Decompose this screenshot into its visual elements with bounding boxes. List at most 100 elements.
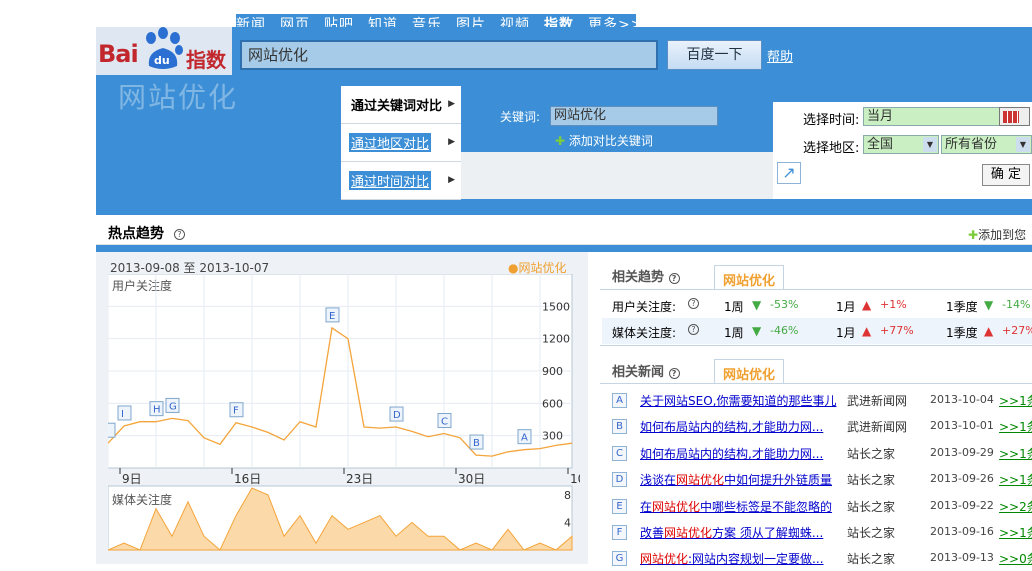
expand-arrow-icon[interactable]: ↗ [777, 162, 801, 184]
news-related-link[interactable]: >>1条相 [999, 418, 1032, 435]
news-related-link[interactable]: >>1条相 [999, 392, 1032, 409]
trend-row-media: 媒体关注度: ? 1周 ▼ -46% 1月 ▲ +77% 1季度 ▲ +27% [602, 318, 1032, 344]
trend-row-user: 用户关注度: ? 1周 ▼ -53% 1月 ▲ +1% 1季度 ▼ -14% [602, 292, 1032, 318]
event-marker-label: F [233, 406, 239, 417]
help-icon[interactable]: ? [668, 368, 680, 379]
compare-by-keyword-label: 通过关键词对比 [351, 99, 443, 114]
keyword-input[interactable]: 网站优化 [550, 106, 718, 126]
confirm-button[interactable]: 确 定 [982, 164, 1030, 186]
paw-icon: du [146, 27, 183, 69]
related-news-tab[interactable]: 网站优化 [714, 359, 785, 383]
news-source: 武进新闻网 [847, 394, 908, 408]
help-icon[interactable]: ? [668, 273, 680, 284]
event-marker-label: C [441, 417, 448, 428]
plus-icon: ✚ [555, 134, 566, 148]
media-panel-label: 媒体关注度 [112, 492, 172, 507]
news-marker[interactable]: D [612, 472, 627, 487]
news-related-link[interactable]: >>1条相 [999, 445, 1032, 462]
calendar-icon[interactable] [999, 107, 1030, 126]
logo-text-bai: Bai [98, 40, 139, 68]
event-marker-label: B [473, 438, 480, 449]
add-compare-keyword-link[interactable]: ✚ 添加对比关键词 [555, 132, 653, 149]
trend-quarter-value: -14% [1002, 298, 1031, 311]
compare-by-region-label: 通过地区对比 [349, 133, 432, 152]
news-marker[interactable]: B [612, 419, 627, 434]
help-icon[interactable]: ? [688, 324, 699, 335]
arrow-up-icon: ▲ [984, 324, 994, 338]
chevron-down-icon: ▼ [1016, 137, 1030, 152]
news-marker[interactable]: C [612, 446, 627, 461]
trend-week-value: -53% [770, 298, 799, 311]
news-source: 站长之家 [847, 500, 896, 514]
news-related-link[interactable]: >>1条相 [999, 471, 1032, 488]
news-title-link[interactable]: 网站优化:网站内容规划一定要做... [640, 550, 840, 567]
trend-quarter: 1季度 [946, 326, 978, 340]
chevron-right-icon: ▶ [448, 137, 455, 147]
x-tick-label: 16日 [234, 472, 261, 486]
arrow-up-icon: ▲ [862, 298, 872, 312]
divider [600, 345, 1032, 346]
y-tick-label: 900 [542, 365, 563, 378]
search-button[interactable]: 百度一下 [667, 40, 762, 70]
help-icon[interactable]: ? [688, 298, 699, 309]
event-marker-label: A [521, 433, 528, 444]
news-row: C 如何布局站内的结构,才能助力网... 站长之家 2013-09-29 >>1条相 [612, 440, 1032, 466]
news-row: D 浅谈在网站优化中如何提升外链质量站长之家 2013-09-26 >>1条相 [612, 466, 1032, 492]
news-title-link[interactable]: 如何布局站内的结构,才能助力网... [640, 445, 840, 462]
x-tick-label: 30日 [458, 472, 485, 486]
x-tick-label: 10月 [570, 472, 580, 486]
chevron-right-icon: ▶ [448, 175, 455, 185]
trend-chart[interactable]: 用户关注度媒体关注度 1500 1200 900 600 300 8 4 9日 16日 23日 30日… [108, 274, 580, 564]
news-related-link[interactable]: >>2条相 [999, 498, 1032, 515]
arrow-down-icon: ▼ [752, 324, 762, 338]
keyword-panel-footer [461, 152, 773, 199]
news-marker[interactable]: F [612, 525, 627, 540]
news-date: 2013-09-22 [930, 499, 994, 512]
news-marker[interactable]: A [612, 393, 627, 408]
event-marker [108, 422, 116, 438]
logo-text-index: 指数 [186, 48, 226, 72]
arrow-up-icon: ▲ [862, 324, 872, 338]
help-link[interactable]: 帮助 [767, 46, 793, 65]
x-tick-label: 23日 [346, 472, 373, 486]
province-select[interactable]: 所有省份 ▼ [941, 135, 1032, 154]
hot-trend-title: 热点趋势 [108, 226, 164, 242]
news-row: B 如何布局站内的结构,才能助力网... 武进新闻网 2013-10-01 >>1条相 [612, 413, 1032, 439]
related-trend-tab[interactable]: 网站优化 [714, 265, 785, 289]
related-trend-heading: 相关趋势 ? [612, 266, 680, 285]
compare-by-keyword[interactable]: 通过关键词对比 ▶ [341, 86, 461, 124]
news-date: 2013-09-16 [930, 525, 994, 538]
chart-legend-label: 网站优化 [518, 261, 567, 275]
news-related-link[interactable]: >>0条相 [999, 550, 1032, 567]
trend-week: 1周 [724, 300, 744, 314]
news-title-link[interactable]: 在网站优化中哪些标签是不能忽略的 [640, 498, 840, 515]
trend-quarter-value: +27% [1002, 324, 1032, 337]
news-title-link[interactable]: 浅谈在网站优化中如何提升外链质量 [640, 471, 840, 488]
event-marker [117, 405, 132, 421]
news-marker[interactable]: E [612, 499, 627, 514]
hot-trend-bar [96, 215, 1032, 245]
related-trend-title: 相关趋势 [612, 270, 665, 285]
keyword-highlight: 网站优化 [664, 526, 713, 540]
search-input[interactable]: 网站优化 [240, 40, 658, 70]
y-tick-label: 600 [542, 397, 563, 410]
divider [600, 383, 1032, 384]
news-title-link[interactable]: 关于网站SEO,你需要知道的那些事儿 [640, 392, 840, 409]
compare-by-time[interactable]: 通过时间对比 ▶ [341, 162, 461, 200]
event-marker-label: G [169, 401, 177, 412]
time-select[interactable]: 当月 [863, 107, 1001, 126]
chevron-down-icon: ▼ [923, 137, 937, 152]
news-row: F 改善网站优化方案 须从了解蜘蛛... 站长之家 2013-09-16 >>1条相 [612, 519, 1032, 545]
compare-by-region[interactable]: 通过地区对比 ▶ [341, 124, 461, 162]
arrow-down-icon: ▼ [984, 298, 994, 312]
area-select[interactable]: 全国 ▼ [863, 135, 939, 154]
news-date: 2013-10-04 [930, 393, 994, 406]
news-title-link[interactable]: 如何布局站内的结构,才能助力网... [640, 418, 840, 435]
help-icon[interactable]: ? [174, 226, 185, 240]
news-related-link[interactable]: >>1条相 [999, 524, 1032, 541]
y-tick-label: 8 [564, 489, 571, 502]
news-date: 2013-10-01 [930, 419, 994, 432]
add-to-link[interactable]: ✚添加到您 [968, 226, 1026, 243]
news-title-link[interactable]: 改善网站优化方案 须从了解蜘蛛... [640, 524, 840, 541]
hero-keyword: 网站优化 [118, 81, 239, 114]
